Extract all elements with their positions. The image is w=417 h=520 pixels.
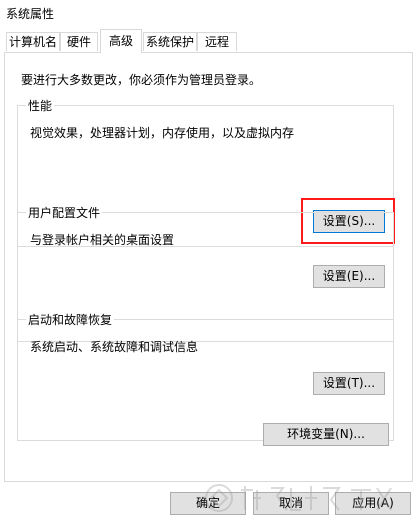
advanced-tab-panel: 要进行大多数更改，你必须作为管理员登录。 性能 视觉效果，处理器计划，内存使用，… bbox=[4, 52, 413, 482]
ok-button[interactable]: 确定 bbox=[170, 492, 246, 515]
tab-hardware[interactable]: 硬件 bbox=[60, 32, 98, 51]
window-title: 系统属性 bbox=[6, 7, 55, 21]
environment-variables-button[interactable]: 环境变量(N)... bbox=[263, 423, 389, 446]
performance-description: 视觉效果，处理器计划，内存使用，以及虚拟内存 bbox=[30, 126, 295, 140]
tab-remote[interactable]: 远程 bbox=[197, 32, 237, 51]
system-properties-window: 系统属性 计算机名 硬件 高级 系统保护 远程 要进行大多数更改，你必须作为管理… bbox=[0, 0, 417, 520]
user-profiles-description: 与登录帐户相关的桌面设置 bbox=[30, 233, 175, 247]
tab-computer-name[interactable]: 计算机名 bbox=[6, 32, 60, 51]
apply-button[interactable]: 应用(A) bbox=[335, 492, 411, 515]
cancel-button[interactable]: 取消 bbox=[253, 492, 329, 515]
user-profiles-legend: 用户配置文件 bbox=[26, 204, 103, 221]
tab-advanced[interactable]: 高级 bbox=[100, 29, 142, 53]
startup-recovery-legend: 启动和故障恢复 bbox=[26, 311, 115, 328]
title-bar[interactable]: 系统属性 bbox=[0, 0, 417, 26]
admin-notice: 要进行大多数更改，你必须作为管理员登录。 bbox=[21, 73, 262, 87]
user-profiles-settings-button[interactable]: 设置(E)... bbox=[313, 265, 385, 288]
tab-system-protection[interactable]: 系统保护 bbox=[143, 32, 197, 51]
startup-recovery-settings-button[interactable]: 设置(T)... bbox=[313, 372, 385, 395]
tab-strip: 计算机名 硬件 高级 系统保护 远程 bbox=[0, 26, 417, 53]
startup-recovery-description: 系统启动、系统故障和调试信息 bbox=[30, 340, 199, 354]
performance-legend: 性能 bbox=[26, 97, 55, 114]
